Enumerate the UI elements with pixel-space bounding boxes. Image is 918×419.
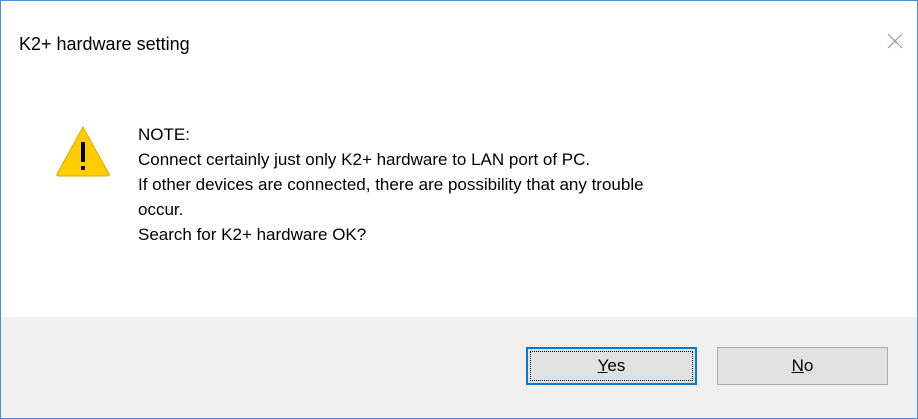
message-line: Search for K2+ hardware OK? (138, 225, 367, 244)
close-button[interactable] (873, 19, 917, 63)
message-area: NOTE: Connect certainly just only K2+ ha… (1, 89, 917, 317)
message-line: NOTE: (138, 125, 190, 144)
yes-label-rest: es (607, 356, 626, 375)
no-mnemonic: N (791, 356, 804, 375)
dialog-window: K2+ hardware setting NOTE: Connect certa… (0, 0, 918, 419)
message-line: Connect certainly just only K2+ hardware… (138, 150, 591, 169)
no-label-rest: o (803, 356, 814, 375)
warning-icon (56, 125, 110, 177)
yes-button[interactable]: Yes (526, 347, 697, 385)
no-button[interactable]: No (717, 347, 888, 385)
window-title: K2+ hardware setting (19, 34, 190, 54)
button-bar: Yes No (1, 317, 917, 418)
close-icon (887, 33, 903, 49)
message-line: occur. (138, 200, 184, 219)
message-line: If other devices are connected, there ar… (138, 175, 644, 194)
message-text: NOTE: Connect certainly just only K2+ ha… (138, 122, 878, 247)
title-bar[interactable]: K2+ hardware setting (1, 1, 917, 89)
yes-button-label: Yes (598, 356, 626, 376)
yes-mnemonic: Y (597, 356, 608, 375)
no-button-label: No (792, 356, 814, 376)
